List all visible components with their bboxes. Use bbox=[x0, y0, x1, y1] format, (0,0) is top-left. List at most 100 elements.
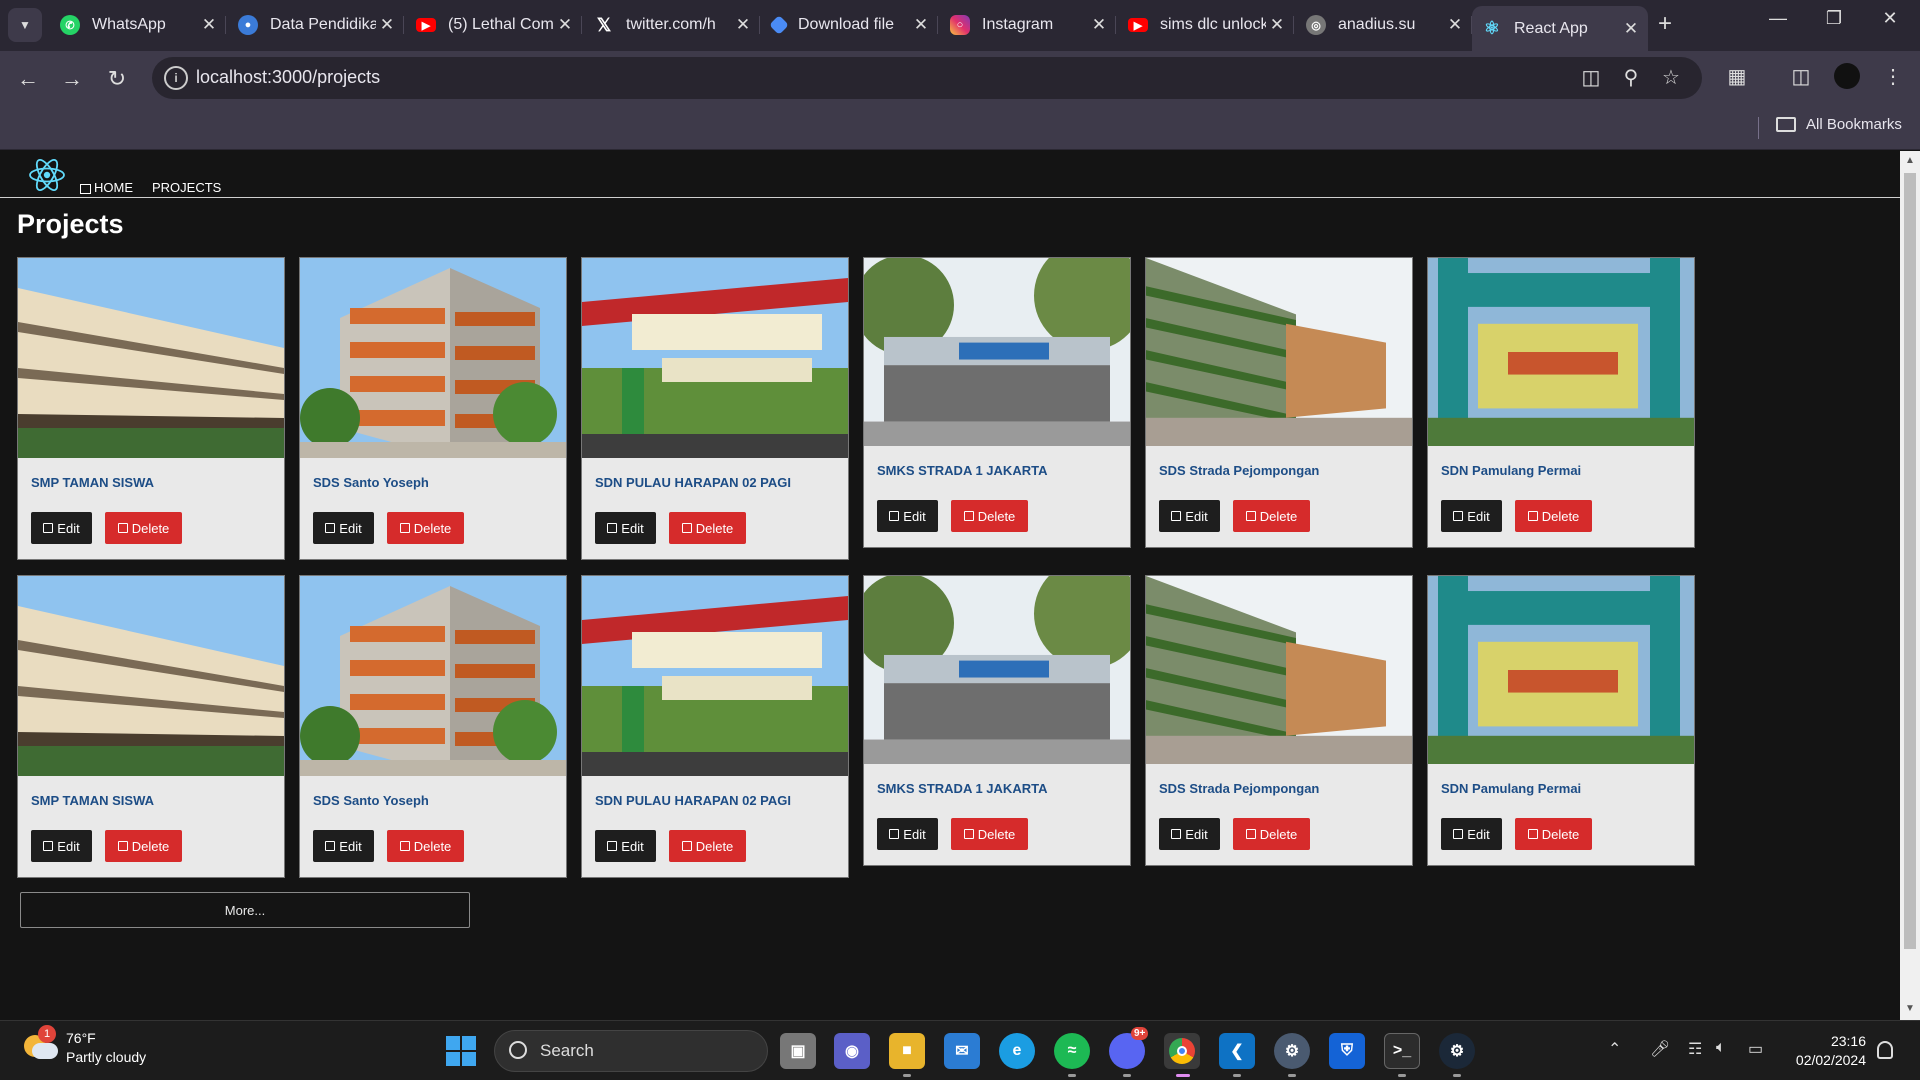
tab-data-pendidikan[interactable]: ● Data Pendidikan ✕ bbox=[228, 6, 404, 44]
terminal-icon[interactable]: >_ bbox=[1384, 1033, 1420, 1069]
bookmark-star-icon[interactable]: ☆ bbox=[1658, 65, 1684, 91]
edit-button[interactable]: Edit bbox=[1441, 500, 1502, 532]
install-app-icon[interactable]: ◫ bbox=[1578, 65, 1604, 91]
volume-icon[interactable]: 🔈︎ bbox=[1716, 1039, 1726, 1057]
edit-button[interactable]: Edit bbox=[877, 818, 938, 850]
tab-twitter[interactable]: 𝕏 twitter.com/h ✕ bbox=[584, 6, 760, 44]
edit-button[interactable]: Edit bbox=[1159, 818, 1220, 850]
microphone-icon[interactable]: 🎤︎ bbox=[1650, 1039, 1670, 1059]
project-title[interactable]: SDS Santo Yoseph bbox=[313, 793, 429, 808]
chrome-icon[interactable] bbox=[1164, 1033, 1200, 1069]
project-title[interactable]: SMP TAMAN SISWA bbox=[31, 793, 154, 808]
edit-button[interactable]: Edit bbox=[595, 830, 656, 862]
vscode-icon[interactable]: ❮ bbox=[1219, 1033, 1255, 1069]
scrollbar-thumb[interactable] bbox=[1904, 173, 1916, 949]
close-icon[interactable]: ✕ bbox=[198, 15, 220, 35]
close-icon[interactable]: ✕ bbox=[376, 15, 398, 35]
tab-react-app[interactable]: ⚛ React App ✕ bbox=[1472, 6, 1648, 51]
wifi-icon[interactable]: ☶ bbox=[1688, 1039, 1702, 1059]
delete-button[interactable]: Delete bbox=[387, 830, 464, 862]
all-bookmarks-button[interactable]: All Bookmarks bbox=[1776, 116, 1902, 133]
project-title[interactable]: SDN PULAU HARAPAN 02 PAGI bbox=[595, 793, 791, 808]
project-title[interactable]: SDS Santo Yoseph bbox=[313, 475, 429, 490]
edit-button[interactable]: Edit bbox=[31, 830, 92, 862]
edit-button[interactable]: Edit bbox=[313, 830, 374, 862]
delete-button[interactable]: Delete bbox=[1233, 500, 1310, 532]
settings-gear-icon[interactable]: ⚙ bbox=[1274, 1033, 1310, 1069]
new-tab-button[interactable]: + bbox=[1650, 10, 1680, 38]
chevron-up-icon[interactable]: ⌃ bbox=[1608, 1039, 1621, 1059]
tab-youtube-lethal[interactable]: ▶ (5) Lethal Company ✕ bbox=[406, 6, 582, 44]
tab-anadius[interactable]: ◎ anadius.su ✕ bbox=[1296, 6, 1472, 44]
reload-button[interactable]: ↻ bbox=[102, 65, 132, 95]
tab-youtube-sims[interactable]: ▶ sims dlc unlocker ✕ bbox=[1118, 6, 1294, 44]
site-info-icon[interactable]: i bbox=[164, 66, 188, 90]
system-clock[interactable]: 23:16 02/02/2024 bbox=[1786, 1032, 1866, 1070]
steam-icon[interactable]: ⚙ bbox=[1439, 1033, 1475, 1069]
delete-button[interactable]: Delete bbox=[105, 830, 182, 862]
nav-projects[interactable]: PROJECTS bbox=[152, 180, 221, 195]
delete-button[interactable]: Delete bbox=[669, 512, 746, 544]
project-title[interactable]: SMKS STRADA 1 JAKARTA bbox=[877, 463, 1047, 478]
taskbar-search[interactable]: Search bbox=[494, 1030, 768, 1072]
project-title[interactable]: SDN Pamulang Permai bbox=[1441, 781, 1581, 796]
address-bar[interactable]: i localhost:3000/projects ◫ ⚲ ☆ bbox=[152, 57, 1702, 99]
edit-button[interactable]: Edit bbox=[877, 500, 938, 532]
spotify-icon[interactable]: ≈ bbox=[1054, 1033, 1090, 1069]
start-button[interactable] bbox=[446, 1036, 476, 1066]
edit-button[interactable]: Edit bbox=[1441, 818, 1502, 850]
close-icon[interactable]: ✕ bbox=[1620, 19, 1642, 39]
discord-icon[interactable]: 9+ bbox=[1109, 1027, 1149, 1069]
close-icon[interactable]: ✕ bbox=[554, 15, 576, 35]
project-title[interactable]: SDS Strada Pejompongan bbox=[1159, 463, 1319, 478]
menu-icon[interactable]: ⋮ bbox=[1878, 63, 1908, 93]
security-shield-icon[interactable]: ⛨ bbox=[1329, 1033, 1365, 1069]
delete-button[interactable]: Delete bbox=[669, 830, 746, 862]
delete-button[interactable]: Delete bbox=[1515, 818, 1592, 850]
project-title[interactable]: SMP TAMAN SISWA bbox=[31, 475, 154, 490]
task-view-icon[interactable]: ▣ bbox=[780, 1033, 816, 1069]
delete-button[interactable]: Delete bbox=[1515, 500, 1592, 532]
edit-button[interactable]: Edit bbox=[1159, 500, 1220, 532]
project-title[interactable]: SDN Pamulang Permai bbox=[1441, 463, 1581, 478]
tab-download-file[interactable]: Download file ✕ bbox=[762, 6, 938, 44]
notification-bell-icon[interactable] bbox=[1877, 1041, 1893, 1059]
close-icon[interactable]: ✕ bbox=[1266, 15, 1288, 35]
side-panel-icon[interactable]: ◫ bbox=[1786, 63, 1816, 93]
nav-home[interactable]: HOME bbox=[80, 180, 133, 195]
close-icon[interactable]: ✕ bbox=[732, 15, 754, 35]
tab-instagram[interactable]: ○ Instagram ✕ bbox=[940, 6, 1116, 44]
delete-button[interactable]: Delete bbox=[951, 818, 1028, 850]
close-icon[interactable]: ✕ bbox=[910, 15, 932, 35]
restore-button[interactable]: ❐ bbox=[1814, 8, 1854, 29]
project-title[interactable]: SDN PULAU HARAPAN 02 PAGI bbox=[595, 475, 791, 490]
minimize-button[interactable]: — bbox=[1758, 8, 1798, 29]
delete-button[interactable]: Delete bbox=[951, 500, 1028, 532]
delete-button[interactable]: Delete bbox=[105, 512, 182, 544]
profile-avatar[interactable] bbox=[1834, 63, 1860, 89]
page-scrollbar[interactable]: ▲ ▼ bbox=[1900, 151, 1920, 1020]
battery-icon[interactable]: ▭ bbox=[1748, 1039, 1763, 1059]
close-icon[interactable]: ✕ bbox=[1444, 15, 1466, 35]
forward-button[interactable]: → bbox=[57, 65, 87, 95]
close-icon[interactable]: ✕ bbox=[1088, 15, 1110, 35]
back-button[interactable]: ← bbox=[13, 65, 43, 95]
teams-meet-icon[interactable]: ◉ bbox=[834, 1033, 870, 1069]
tab-whatsapp[interactable]: ✆ WhatsApp ✕ bbox=[50, 6, 226, 44]
edge-icon[interactable]: e bbox=[999, 1033, 1035, 1069]
zoom-icon[interactable]: ⚲ bbox=[1618, 65, 1644, 91]
scroll-up-arrow[interactable]: ▲ bbox=[1905, 155, 1915, 166]
file-explorer-icon[interactable]: ■ bbox=[889, 1033, 925, 1069]
edit-button[interactable]: Edit bbox=[595, 512, 656, 544]
scroll-down-arrow[interactable]: ▼ bbox=[1905, 1003, 1915, 1014]
extensions-icon[interactable]: ▦ bbox=[1722, 63, 1752, 93]
project-title[interactable]: SMKS STRADA 1 JAKARTA bbox=[877, 781, 1047, 796]
delete-button[interactable]: Delete bbox=[387, 512, 464, 544]
edit-button[interactable]: Edit bbox=[31, 512, 92, 544]
mail-icon[interactable]: ✉ bbox=[944, 1033, 980, 1069]
close-window-button[interactable]: ✕ bbox=[1870, 8, 1910, 29]
delete-button[interactable]: Delete bbox=[1233, 818, 1310, 850]
react-logo[interactable] bbox=[27, 157, 67, 193]
url-text[interactable]: localhost:3000/projects bbox=[196, 67, 380, 88]
more-button[interactable]: More... bbox=[20, 892, 470, 928]
